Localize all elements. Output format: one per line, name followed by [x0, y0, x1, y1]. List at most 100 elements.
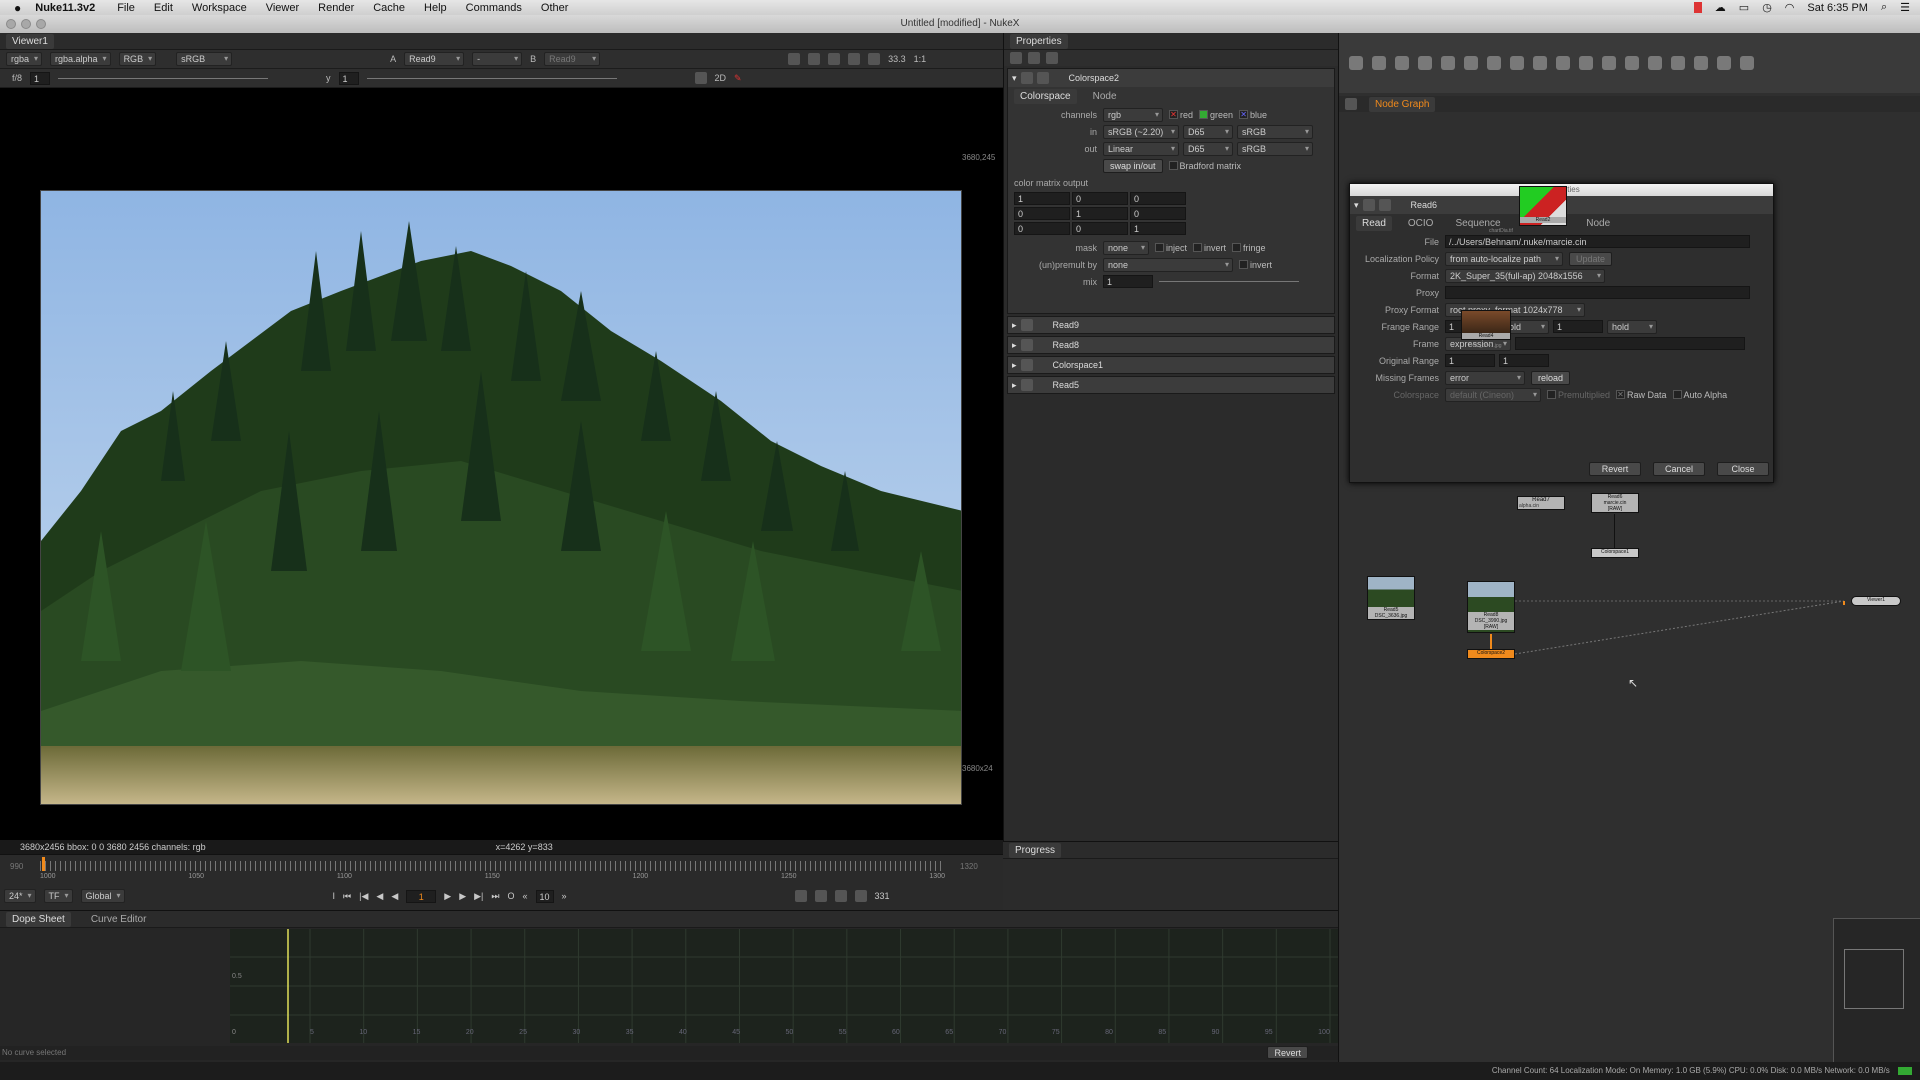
zoom-window-icon[interactable]: [36, 19, 46, 29]
display-icon[interactable]: ▭: [1739, 1, 1749, 14]
wifi-icon[interactable]: ◠: [1785, 1, 1795, 14]
green-checkbox[interactable]: [1199, 110, 1209, 119]
mix-field[interactable]: 1: [1103, 275, 1153, 288]
list-icon[interactable]: ☰: [1900, 1, 1910, 14]
app-menu[interactable]: Nuke11.3v2: [35, 2, 95, 14]
gamma-field[interactable]: 1: [338, 71, 359, 85]
mix-slider[interactable]: [1159, 281, 1299, 282]
last-frame-icon[interactable]: ⏭: [491, 891, 499, 902]
out-point-icon[interactable]: O: [507, 891, 514, 901]
matrix-cell[interactable]: 0: [1014, 222, 1070, 235]
node-color-icon[interactable]: [1020, 379, 1033, 391]
view-mode[interactable]: 2D: [715, 73, 727, 83]
lock-range-icon[interactable]: [834, 890, 847, 902]
alpha-dropdown[interactable]: rgba.alpha: [50, 52, 111, 66]
step-field[interactable]: 10: [535, 889, 554, 903]
step-back-icon[interactable]: ◀: [376, 891, 383, 902]
play-forward-icon[interactable]: ▶: [444, 891, 451, 902]
next-key-icon[interactable]: ▶|: [474, 891, 483, 902]
gain-field[interactable]: 1: [30, 71, 51, 85]
blue-checkbox[interactable]: ✕: [1239, 110, 1249, 119]
in-whitepoint-select[interactable]: D65: [1183, 124, 1233, 139]
minimize-window-icon[interactable]: [21, 19, 31, 29]
loop-icon[interactable]: [794, 890, 807, 902]
clock-icon[interactable]: ◷: [1762, 1, 1772, 14]
expand-icon[interactable]: ▸: [1012, 380, 1017, 391]
viewer-image[interactable]: [40, 190, 962, 805]
tab-properties[interactable]: Properties: [1010, 33, 1068, 49]
expand-icon[interactable]: ▸: [1012, 340, 1017, 351]
close-window-icon[interactable]: [6, 19, 16, 29]
play-back-icon[interactable]: ◀: [391, 891, 398, 902]
frame-field[interactable]: 1: [406, 889, 437, 903]
zoom-value[interactable]: 33.3: [888, 54, 906, 64]
node-color-icon[interactable]: [1020, 359, 1033, 371]
bounce-icon[interactable]: [814, 890, 827, 902]
max-panels-icon[interactable]: [1010, 52, 1022, 64]
matrix-cell[interactable]: 1: [1072, 207, 1128, 220]
in-point-icon[interactable]: I: [333, 891, 336, 901]
node-name[interactable]: Read9: [1053, 320, 1080, 330]
first-frame-icon[interactable]: ⏮: [343, 891, 351, 902]
fstop-value[interactable]: f/8: [12, 73, 22, 83]
collapse-icon[interactable]: ▾: [1012, 73, 1017, 84]
read8-panel[interactable]: ▸ Read8: [1007, 336, 1335, 354]
wipe-icon[interactable]: [694, 72, 707, 84]
menu-render[interactable]: Render: [318, 2, 354, 14]
tab-progress[interactable]: Progress: [1009, 842, 1062, 858]
ratio-value[interactable]: 1:1: [914, 54, 927, 64]
pause-icon[interactable]: [868, 53, 881, 65]
channels-dropdown[interactable]: rgba: [6, 52, 43, 66]
curve-revert-button[interactable]: Revert: [1267, 1046, 1308, 1059]
matrix-cell[interactable]: 0: [1072, 222, 1128, 235]
tab-curve-editor[interactable]: Curve Editor: [85, 912, 153, 927]
prev-key-icon[interactable]: |◀: [359, 891, 368, 902]
cloud-icon[interactable]: ☁: [1715, 1, 1726, 14]
out-primaries-select[interactable]: sRGB: [1237, 141, 1313, 156]
menu-help[interactable]: Help: [424, 2, 447, 14]
node-name[interactable]: Read8: [1053, 340, 1080, 350]
menu-cache[interactable]: Cache: [373, 2, 405, 14]
matrix-cell[interactable]: 1: [1014, 192, 1070, 205]
menu-workspace[interactable]: Workspace: [192, 2, 247, 14]
node-viewer1[interactable]: Viewer1: [1851, 596, 1901, 606]
step-back-n-icon[interactable]: «: [523, 891, 528, 901]
input-a-dropdown[interactable]: Read9: [404, 52, 465, 66]
clock-label[interactable]: Sat 6:35 PM: [1807, 2, 1868, 14]
in-colorspace-select[interactable]: sRGB (~2.20): [1103, 124, 1179, 139]
apple-icon[interactable]: ●: [14, 1, 21, 15]
node-icon-icon[interactable]: [1036, 72, 1049, 84]
node-color-icon[interactable]: [1020, 72, 1033, 84]
timeline[interactable]: 990 1320 1000 1050 1100 1150 1200 1250 1…: [0, 854, 1003, 910]
menu-commands[interactable]: Commands: [466, 2, 522, 14]
curve-graph[interactable]: 0.5 0 5 10 15 20 25 30 35 40 45 50 55 60 65 70 75 80 85 9…: [230, 929, 1338, 1043]
node-color-icon[interactable]: [1020, 319, 1033, 331]
invert-checkbox[interactable]: [1193, 243, 1203, 252]
node-color-icon[interactable]: [1020, 339, 1033, 351]
node-name[interactable]: Read5: [1053, 380, 1080, 390]
out-whitepoint-select[interactable]: D65: [1183, 141, 1233, 156]
lock-icon[interactable]: [1028, 52, 1040, 64]
scope-dropdown[interactable]: Global: [80, 889, 125, 903]
downrez-icon[interactable]: [848, 53, 861, 65]
fringe-checkbox[interactable]: [1232, 243, 1242, 252]
colorspace1-panel[interactable]: ▸ Colorspace1: [1007, 356, 1335, 374]
matrix-cell[interactable]: 0: [1014, 207, 1070, 220]
colorspace2-header[interactable]: ▾ Colorspace2: [1008, 69, 1334, 87]
matrix-cell[interactable]: 0: [1072, 192, 1128, 205]
expand-icon[interactable]: ▸: [1012, 320, 1017, 331]
roi-icon[interactable]: [788, 53, 801, 65]
minimap-viewport[interactable]: [1844, 949, 1904, 1009]
red-checkbox[interactable]: ✕: [1169, 110, 1178, 119]
proxy-icon[interactable]: [828, 53, 841, 65]
display-mode-dropdown[interactable]: RGB: [118, 52, 157, 66]
menu-file[interactable]: File: [117, 2, 135, 14]
playhead[interactable]: [42, 857, 45, 871]
tab-dope-sheet[interactable]: Dope Sheet: [6, 911, 71, 927]
read5-panel[interactable]: ▸ Read5: [1007, 376, 1335, 394]
pen-icon[interactable]: ✎: [734, 73, 742, 84]
node-name[interactable]: Colorspace2: [1069, 73, 1120, 83]
matrix-cell[interactable]: 0: [1130, 207, 1186, 220]
bradford-checkbox[interactable]: [1168, 161, 1178, 170]
mask-select[interactable]: none: [1103, 240, 1149, 255]
